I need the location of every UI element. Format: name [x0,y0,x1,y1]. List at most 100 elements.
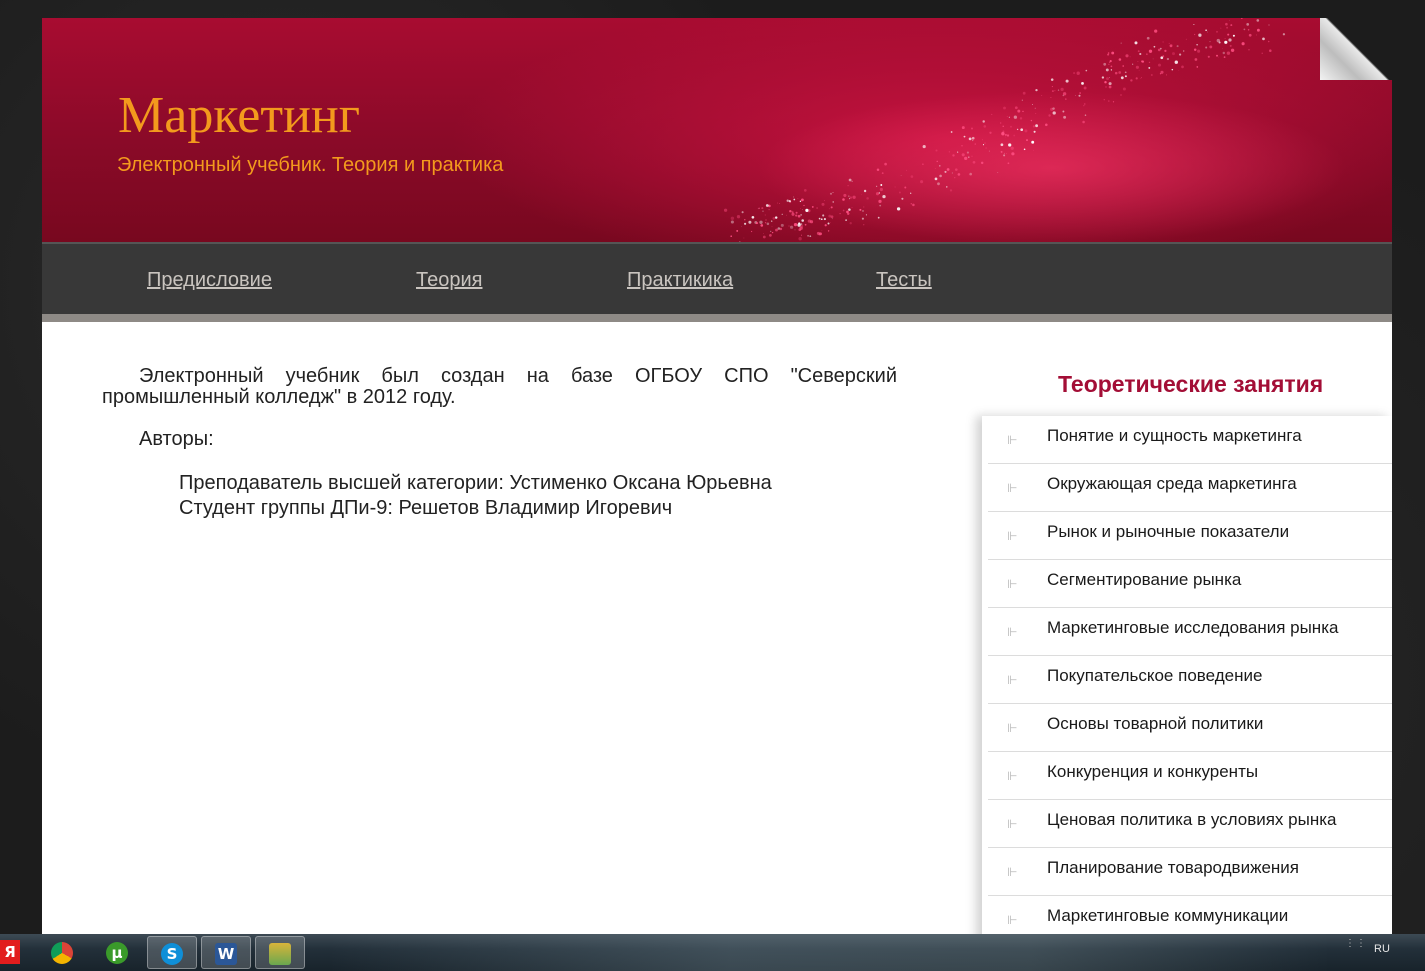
sparkle-dot [937,182,940,186]
sparkle-dot [1084,114,1087,116]
sidebar-item-product-policy[interactable]: ⊩ Основы товарной политики [988,704,1392,752]
sparkle-dot [1197,49,1201,53]
sidebar-item-communications[interactable]: ⊩ Маркетинговые коммуникации [988,896,1392,938]
author-student: Студент группы ДПи-9: Решетов Владимир И… [179,497,673,519]
nav-link-preface[interactable]: Предисловие [147,268,272,292]
sidebar-item-behavior[interactable]: ⊩ Покупательское поведение [988,656,1392,704]
sparkle-dot [827,230,830,232]
sparkle-dot [910,175,914,178]
sparkle-dot [1216,54,1218,57]
word-icon: W [215,943,237,965]
authors-list: Преподаватель высшей категории: Устименк… [102,471,897,521]
sparkle-dot [764,214,766,216]
sidebar-item-segmentation[interactable]: ⊩ Сегментирование рынка [988,560,1392,608]
arrow-right-icon: ⊩ [1007,865,1018,879]
sparkle-dot [779,227,783,231]
sparkle-dot [831,218,833,220]
sparkle-dot [848,195,850,197]
sparkle-dot [1013,134,1016,137]
yandex-icon[interactable]: Я [0,940,20,964]
sparkle-dot [832,201,834,203]
os-taskbar: µ S W [0,934,1425,971]
sparkle-dot [1148,66,1151,69]
sparkle-dot [824,200,825,201]
sparkle-dot [957,151,959,153]
sparkle-dot [790,225,794,229]
sparkle-dot [845,219,847,222]
sparkle-dot [1224,40,1228,44]
sidebar-item-research[interactable]: ⊩ Маркетинговые исследования рынка [988,608,1392,656]
sidebar-item-distribution[interactable]: ⊩ Планирование товародвижения [988,848,1392,896]
sidebar-item-environment[interactable]: ⊩ Окружающая среда маркетинга [988,464,1392,512]
sparkle-dot [1240,18,1243,19]
sparkle-dot [880,184,883,186]
sparkle-dot [964,156,968,161]
sidebar-item-label: Маркетинговые коммуникации [1047,906,1289,925]
sparkle-dot [939,165,941,167]
sidebar-title: Теоретические занятия [1058,371,1324,397]
sparkle-dot [1062,110,1065,113]
language-indicator[interactable]: RU [1374,942,1390,956]
sparkle-dot [1164,49,1167,53]
taskbar-word-button[interactable]: W [201,936,251,969]
taskbar-chrome-button[interactable] [38,936,88,969]
sparkle-dot [1139,52,1142,56]
taskbar-skype-button[interactable]: S [147,936,197,969]
arrow-right-icon: ⊩ [1007,721,1018,735]
sparkle-dot [1232,34,1235,37]
sparkle-dot [1162,55,1165,58]
sparkle-dot [955,168,958,171]
sparkle-dot [1209,41,1211,43]
sparkle-dot [1227,33,1230,36]
sidebar-item-market[interactable]: ⊩ Рынок и рыночные показатели [988,512,1392,560]
sparkle-dot [882,194,886,199]
nav-link-tests[interactable]: Тесты [876,268,932,292]
sparkle-dot [946,168,950,171]
sparkle-dot [1041,94,1043,96]
sparkle-dot [1083,86,1087,90]
skype-icon: S [161,943,183,965]
sparkle-dot [1019,117,1023,120]
sparkle-dot [791,210,794,214]
sparkle-dot [1135,77,1138,80]
sparkle-dot [1008,143,1012,147]
arrow-right-icon: ⊩ [1007,913,1018,927]
sidebar-item-label: Планирование товародвижения [1047,858,1299,877]
sparkle-dot [894,186,896,188]
sparkle-dot [1224,37,1226,40]
sparkle-dot [876,185,878,187]
sparkle-dot [865,214,867,216]
sparkle-dot [760,224,764,227]
taskbar-utorrent-button[interactable]: µ [93,936,143,969]
sparkle-dot [1229,19,1230,21]
nav-link-theory[interactable]: Теория [416,268,482,292]
sparkle-dot [751,230,753,233]
sidebar-item-concept[interactable]: ⊩ Понятие и сущность маркетинга [988,416,1392,464]
sparkle-dot [1193,33,1196,36]
sparkle-dot [968,174,970,176]
sparkle-dot [922,145,926,149]
sparkle-dot [1137,50,1140,53]
arrow-right-icon: ⊩ [1007,673,1018,687]
sparkle-dot [799,226,803,230]
sparkle-dot [1008,116,1010,118]
sidebar-item-competition[interactable]: ⊩ Конкуренция и конкуренты [988,752,1392,800]
sparkle-dot [780,223,784,227]
sparkle-dot [1183,50,1185,52]
sparkle-dot [971,127,973,130]
sparkle-dot [946,186,948,188]
sparkle-dot [736,229,739,232]
sparkle-dot [952,154,955,157]
sparkle-dot [1230,24,1233,27]
sparkle-dot [1022,91,1026,95]
sparkle-dot [1014,106,1018,110]
sparkle-dot [847,212,850,216]
sparkle-dot [797,197,799,199]
sparkle-dot [1108,85,1112,89]
sidebar-item-pricing[interactable]: ⊩ Ценовая политика в условиях рынка [988,800,1392,848]
nav-link-practice[interactable]: Практикика [627,268,733,292]
sparkle-dot [1003,154,1006,157]
sparkle-dot [898,191,901,194]
sparkle-dot [957,173,961,176]
taskbar-sheets-button[interactable] [255,936,305,969]
